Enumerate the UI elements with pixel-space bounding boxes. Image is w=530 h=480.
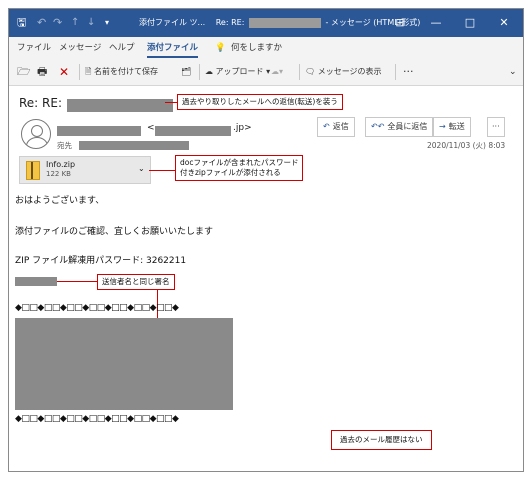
reply-label: 返信 xyxy=(332,122,349,131)
ribbon-display-icon[interactable]: ⊞ xyxy=(383,9,417,37)
message-icon: 🗨 xyxy=(305,67,316,76)
attachment-size: 122 KB xyxy=(46,170,71,178)
annotation-reply-fake: 過去やり取りしたメールへの返信(転送)を装う xyxy=(177,94,343,111)
tell-me-search[interactable]: 何をしますか xyxy=(231,37,282,59)
body-greeting: おはようございます、 xyxy=(15,196,105,206)
close-button[interactable]: ✕ xyxy=(487,9,521,37)
redacted-sender-address xyxy=(155,126,231,136)
title-subject: Re: RE: xyxy=(215,18,245,27)
share-cloud-icon[interactable]: ☁▾ xyxy=(271,59,283,85)
forward-label: 転送 xyxy=(448,122,465,131)
reply-icon: ↶ xyxy=(323,122,330,131)
attachment-dropdown-icon[interactable]: ⌄ xyxy=(138,164,145,173)
person-head-icon xyxy=(31,125,43,137)
attachment-name: Info.zip xyxy=(46,160,76,169)
chevron-down-icon: ▾ xyxy=(266,67,271,76)
sender-bracket: < xyxy=(147,123,155,133)
toolbar-divider xyxy=(79,64,80,80)
lightbulb-icon: 💡 xyxy=(215,43,226,53)
window-title: 添付ファイル ツ... Re: RE: - メッセージ (HTML 形式) xyxy=(139,9,420,37)
collapse-ribbon-icon[interactable]: ⌄ xyxy=(509,59,517,85)
forward-icon: → xyxy=(439,122,446,131)
reply-all-button[interactable]: ↶↶ 全員に返信 xyxy=(365,117,434,137)
menu-file[interactable]: ファイル xyxy=(17,37,51,59)
annotation-connector xyxy=(57,281,97,282)
subject-prefix: Re: RE: xyxy=(19,96,63,110)
avatar xyxy=(21,119,51,149)
title-prefix: 添付ファイル ツ... xyxy=(139,18,206,27)
menu-help[interactable]: ヘルプ xyxy=(109,37,135,59)
redacted-sender-name xyxy=(57,126,141,136)
maximize-button[interactable]: □ xyxy=(453,9,487,37)
reading-pane: Re: RE: 過去やり取りしたメールへの返信(転送)を装う < .jp> 宛先… xyxy=(9,86,523,471)
upload-label: アップロード xyxy=(215,67,264,76)
cloud-icon: ☁ xyxy=(205,67,213,76)
toolbar-divider xyxy=(395,64,396,80)
remove-attachment-icon[interactable]: ✕ xyxy=(59,59,69,85)
signature-divider-bottom: ◆□□◆□□◆□□◆□□◆□□◆□□◆□□◆ xyxy=(15,414,179,424)
redacted-signature-block xyxy=(15,318,233,410)
save-all-icon[interactable]: 🗂 xyxy=(181,59,191,85)
reply-button[interactable]: ↶ 返信 xyxy=(317,117,355,137)
more-commands-button[interactable]: ··· xyxy=(403,59,414,85)
annotation-attachment-line2: 付きzipファイルが添付される xyxy=(180,168,281,178)
annotation-attachment: docファイルが含まれたパスワード 付きzipファイルが添付される xyxy=(175,155,304,182)
menu-attachment[interactable]: 添付ファイル xyxy=(147,37,199,58)
attachment-chip[interactable]: Info.zip 122 KB ⌄ xyxy=(19,156,151,184)
annotation-attachment-line1: docファイルが含まれたパスワード xyxy=(180,158,299,167)
menu-message[interactable]: メッセージ xyxy=(59,37,101,59)
undo-icon[interactable]: ↶ xyxy=(37,9,46,37)
open-icon[interactable]: 🗁 xyxy=(17,59,31,85)
signature-divider-top: ◆□□◆□□◆□□◆□□◆□□◆□□◆□□◆ xyxy=(15,303,179,313)
down-arrow-icon[interactable]: ↓ xyxy=(87,9,95,37)
annotation-connector xyxy=(149,170,175,171)
save-as-label: 名前を付けて保存 xyxy=(93,67,158,76)
sender-domain: .jp> xyxy=(233,123,252,133)
reply-all-icon: ↶↶ xyxy=(371,122,385,131)
toolbar-divider xyxy=(199,64,200,80)
annotation-connector xyxy=(165,102,177,103)
body-line-attachment: 添付ファイルのご確認、宜しくお願いいたします xyxy=(15,227,214,237)
zip-file-icon xyxy=(26,161,40,180)
forward-button[interactable]: → 転送 xyxy=(433,117,471,137)
upload-button[interactable]: ☁ アップロード ▾ xyxy=(205,59,270,85)
show-message-button[interactable]: 🗨 メッセージの表示 xyxy=(305,59,382,85)
save-as-icon: 🗎 xyxy=(85,67,92,76)
outlook-message-window: 🖫 ↶ ↷ ↑ ↓ ▾ 添付ファイル ツ... Re: RE: - メッセージ … xyxy=(8,8,524,472)
message-date: 2020/11/03 (火) 8:03 xyxy=(427,141,506,150)
to-label: 宛先 xyxy=(57,141,72,150)
reply-all-label: 全員に返信 xyxy=(387,122,428,131)
redacted-subject xyxy=(67,99,173,112)
save-as-button[interactable]: 🗎 名前を付けて保存 xyxy=(85,59,158,85)
person-body-icon xyxy=(26,137,48,148)
body-password: ZIP ファイル解凍用パスワード: 3262211 xyxy=(15,256,187,266)
quick-access-dropdown-icon[interactable]: ▾ xyxy=(105,9,109,37)
toolbar-divider xyxy=(299,64,300,80)
menu-bar: ファイル メッセージ ヘルプ 添付ファイル 💡 何をしますか xyxy=(9,37,523,59)
message-subject: Re: RE: xyxy=(19,96,62,110)
redacted-title xyxy=(248,17,321,28)
redo-icon[interactable]: ↷ xyxy=(53,9,62,37)
redacted-recipient xyxy=(79,141,189,150)
save-icon[interactable]: 🖫 xyxy=(17,9,26,37)
show-message-label: メッセージの表示 xyxy=(317,67,382,76)
minimize-button[interactable]: — xyxy=(419,9,453,37)
attachment-toolbar: 🗁 🖶 ✕ 🗎 名前を付けて保存 🗂 ☁ アップロード ▾ ☁▾ 🗨 メッセージ… xyxy=(9,59,523,86)
redacted-signature-name xyxy=(15,277,57,286)
up-arrow-icon[interactable]: ↑ xyxy=(71,9,79,37)
annotation-signature: 送信者名と同じ署名 xyxy=(97,274,175,291)
annotation-no-history: 過去のメール履歴はない xyxy=(331,430,432,451)
print-icon[interactable]: 🖶 xyxy=(37,59,47,85)
more-actions-button[interactable]: ··· xyxy=(487,117,505,137)
title-bar: 🖫 ↶ ↷ ↑ ↓ ▾ 添付ファイル ツ... Re: RE: - メッセージ … xyxy=(9,9,523,37)
